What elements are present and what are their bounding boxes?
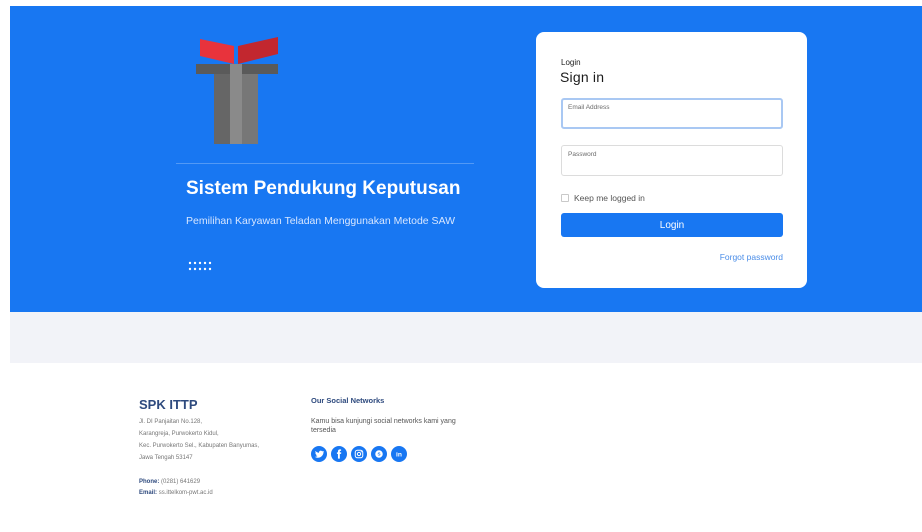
phone-value: (0281) 641629 — [161, 479, 201, 485]
email-value: ss.ittelkom-pwt.ac.id — [158, 490, 213, 496]
login-card: Login Sign in Email Address Password Kee… — [536, 32, 807, 288]
login-button[interactable]: Login — [561, 213, 783, 237]
address-line: Jawa Tengah 53147 — [139, 455, 193, 461]
remember-label: Keep me logged in — [574, 193, 645, 203]
phone-label: Phone: — [139, 479, 160, 485]
social-title: Our Social Networks — [311, 396, 385, 405]
social-text: Kamu bisa kunjungi social networks kami … — [311, 418, 456, 434]
social-links: S in — [311, 446, 407, 462]
remember-me[interactable]: Keep me logged in — [561, 193, 645, 203]
email-field[interactable]: Email Address — [561, 98, 783, 129]
dots-grid-icon — [188, 261, 212, 271]
footer-brand: SPK ITTP — [139, 397, 198, 412]
facebook-icon[interactable] — [331, 446, 347, 462]
login-title: Sign in — [560, 69, 605, 85]
linkedin-icon[interactable]: in — [391, 446, 407, 462]
footer-email: Email: ss.ittelkom-pwt.ac.id — [139, 490, 213, 496]
email-label: Email: — [139, 490, 158, 496]
address-line: Kec. Purwokerto Sel., Kabupaten Banyumas… — [139, 443, 260, 449]
skype-icon[interactable]: S — [371, 446, 387, 462]
instagram-icon[interactable] — [351, 446, 367, 462]
address-line: Jl. DI Panjaitan No.128, — [139, 419, 203, 425]
password-field[interactable]: Password — [561, 145, 783, 176]
app-subtitle: Pemilihan Karyawan Teladan Menggunakan M… — [186, 215, 456, 227]
app-title: Sistem Pendukung Keputusan — [186, 178, 461, 199]
footer-phone: Phone: (0281) 641629 — [139, 479, 200, 485]
login-eyebrow: Login — [561, 58, 581, 67]
remember-checkbox[interactable] — [561, 194, 569, 202]
email-placeholder: Email Address — [568, 104, 610, 111]
svg-text:S: S — [377, 452, 380, 457]
password-placeholder: Password — [568, 151, 597, 158]
telkom-university-logo — [196, 37, 278, 144]
twitter-icon[interactable] — [311, 446, 327, 462]
forgot-password-link[interactable]: Forgot password — [720, 252, 783, 262]
content-band — [10, 312, 922, 363]
address-line: Karangreja, Purwokerto Kidul, — [139, 431, 219, 437]
hero-divider — [176, 163, 474, 164]
svg-text:in: in — [396, 452, 402, 459]
